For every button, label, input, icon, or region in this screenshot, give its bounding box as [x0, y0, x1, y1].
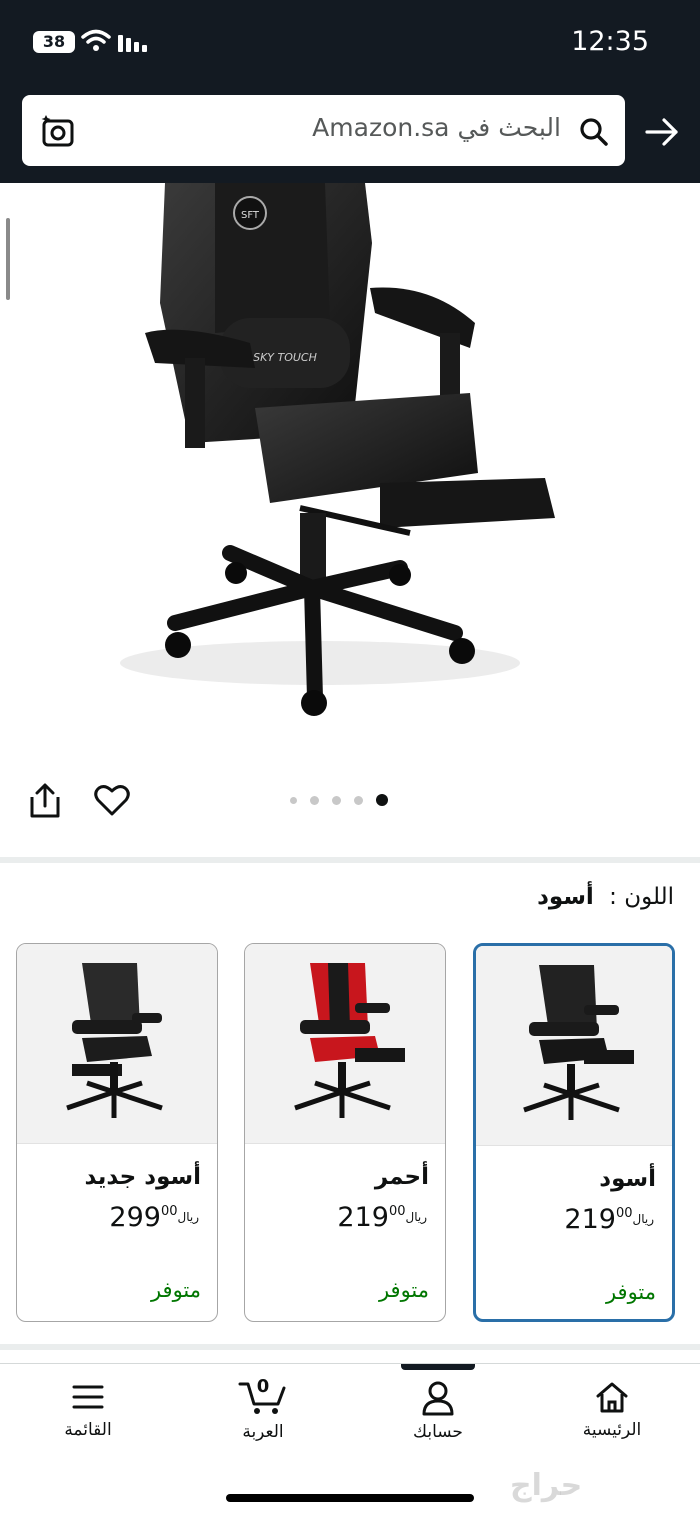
nav-menu-label: القائمة: [64, 1420, 112, 1440]
home-indicator[interactable]: [226, 1494, 474, 1502]
watermark-logo: حراج: [510, 1468, 583, 1503]
variant-thumbnail: [17, 944, 217, 1144]
carousel-dot-active[interactable]: [376, 794, 388, 806]
battery-indicator: 38: [33, 31, 75, 53]
wifi-icon: [81, 29, 111, 51]
price-currency: ريال: [177, 1210, 199, 1224]
price-whole: 299: [109, 1202, 161, 1233]
price-fraction: 00: [160, 1204, 178, 1219]
share-icon[interactable]: [28, 783, 62, 819]
variant-card-red[interactable]: أحمر ريال 21900 متوفر: [244, 943, 446, 1322]
variant-name: أسود جديد: [84, 1164, 201, 1190]
variant-card-black-new[interactable]: أسود جديد ريال 29900 متوفر: [16, 943, 218, 1322]
variant-thumbnail: [245, 944, 445, 1144]
image-carousel-dots[interactable]: [290, 793, 388, 807]
section-divider: [0, 1344, 700, 1350]
variant-price: ريال 21900: [564, 1204, 654, 1235]
header: 38 12:35 البحث في Amazon.sa: [0, 0, 700, 183]
nav-home[interactable]: الرئيسية: [552, 1380, 672, 1440]
nav-cart-label: العربة: [242, 1422, 284, 1442]
product-image[interactable]: SFT SKY TOUCH: [0, 183, 700, 743]
color-selector-label: اللون : أسود: [537, 884, 674, 910]
variant-availability: متوفر: [605, 1280, 656, 1304]
variant-availability: متوفر: [150, 1278, 201, 1302]
carousel-dot[interactable]: [354, 795, 363, 805]
search-input[interactable]: البحث في Amazon.sa: [22, 95, 625, 166]
variant-name: أحمر: [374, 1164, 429, 1190]
svg-text:SFT: SFT: [241, 210, 260, 221]
price-currency: ريال: [405, 1210, 427, 1224]
nav-home-label: الرئيسية: [582, 1420, 642, 1440]
variant-availability: متوفر: [378, 1278, 429, 1302]
price-whole: 219: [337, 1202, 389, 1233]
cart-count: 0: [256, 1376, 270, 1397]
camera-search-icon[interactable]: [40, 113, 76, 149]
carousel-dot[interactable]: [332, 795, 341, 805]
variant-thumbnail: [476, 946, 672, 1146]
variant-name: أسود: [599, 1166, 656, 1192]
status-bar: 38 12:35: [0, 0, 700, 84]
variant-price: ريال 29900: [109, 1202, 199, 1233]
account-icon: [422, 1381, 454, 1416]
search-icon[interactable]: [579, 117, 609, 147]
heart-icon[interactable]: [94, 784, 130, 816]
color-selected-value: أسود: [537, 884, 594, 910]
nav-account[interactable]: حسابك: [378, 1380, 498, 1442]
price-fraction: 00: [388, 1204, 406, 1219]
scroll-indicator: [6, 218, 10, 300]
variant-price: ريال 21900: [337, 1202, 427, 1233]
carousel-dot[interactable]: [290, 796, 297, 804]
section-divider: [0, 857, 700, 863]
color-label: اللون :: [609, 884, 674, 910]
clock: 12:35: [571, 26, 649, 57]
signal-icon: [118, 35, 147, 52]
search-placeholder: البحث في Amazon.sa: [312, 113, 561, 142]
price-fraction: 00: [615, 1206, 633, 1221]
back-arrow-icon[interactable]: [644, 116, 680, 148]
bottom-nav: الرئيسية حسابك 0 العربة القائمة: [0, 1363, 700, 1515]
variant-card-black[interactable]: أسود ريال 21900 متوفر: [473, 943, 675, 1322]
price-whole: 219: [564, 1204, 616, 1235]
nav-menu[interactable]: القائمة: [28, 1380, 148, 1440]
nav-account-label: حسابك: [413, 1422, 463, 1442]
svg-text:SKY TOUCH: SKY TOUCH: [253, 351, 317, 364]
nav-active-indicator: [401, 1364, 475, 1370]
carousel-dot[interactable]: [310, 795, 319, 805]
menu-icon: [72, 1385, 104, 1409]
price-currency: ريال: [632, 1212, 654, 1226]
nav-cart[interactable]: 0 العربة: [203, 1376, 323, 1442]
home-icon: [596, 1382, 628, 1413]
